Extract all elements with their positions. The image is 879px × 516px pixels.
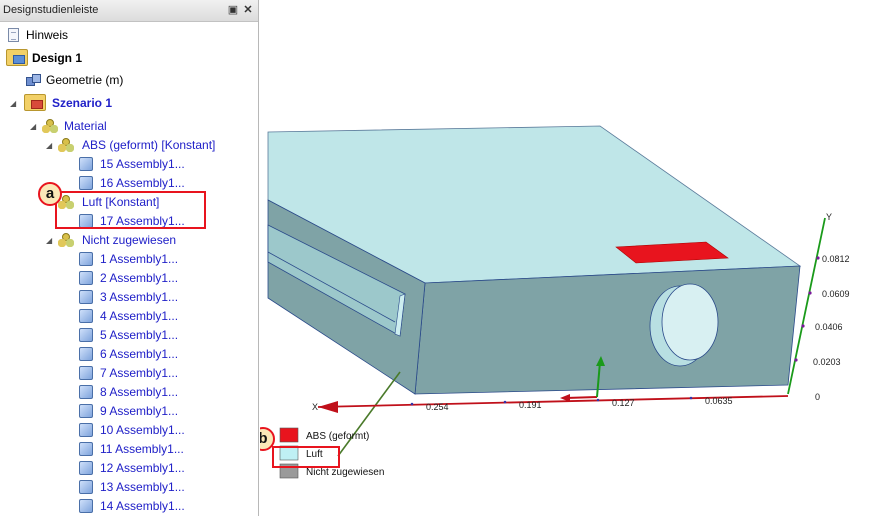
body-icon bbox=[79, 157, 93, 171]
y-tick-mark bbox=[808, 291, 812, 295]
body-icon bbox=[79, 271, 93, 285]
design-study-panel: Designstudienleiste ▣ ✕ Hinweis Design 1… bbox=[0, 0, 259, 516]
y-tick-mark bbox=[794, 358, 798, 362]
expand-arrow-icon[interactable]: ◢ bbox=[46, 136, 52, 155]
tree-item-label: Design 1 bbox=[32, 51, 83, 65]
body-icon bbox=[79, 290, 93, 304]
y-tick-mark bbox=[816, 256, 820, 260]
body-icon bbox=[79, 423, 93, 437]
x-axis-arrow-icon bbox=[318, 401, 338, 413]
expand-arrow-icon[interactable]: ◢ bbox=[10, 94, 16, 113]
tree-item-label: 11 Assembly1... bbox=[100, 442, 184, 456]
graphics-viewport[interactable]: X 0.254 0.191 0.127 0.0635 Y 0.0812 0.0609 0.… bbox=[260, 0, 879, 516]
model-front-face bbox=[414, 265, 801, 395]
body-icon bbox=[79, 442, 93, 456]
x-tick-mark bbox=[503, 400, 507, 404]
tree-item-label: 9 Assembly1... bbox=[100, 404, 179, 418]
design-folder-icon bbox=[6, 49, 28, 66]
body-icon bbox=[79, 499, 93, 513]
material-icon bbox=[58, 138, 74, 152]
legend-label: ABS (geformt) bbox=[306, 431, 369, 442]
tree-item-label: 1 Assembly1... bbox=[100, 252, 179, 266]
body-icon bbox=[79, 309, 93, 323]
x-tick-label: 0.191 bbox=[519, 400, 542, 410]
tree-item-label: 7 Assembly1... bbox=[100, 366, 179, 380]
tree-item-label: ABS (geformt) [Konstant] bbox=[82, 138, 216, 152]
y-tick-label: 0.0406 bbox=[815, 322, 843, 332]
y-tick-mark bbox=[801, 324, 805, 328]
body-icon bbox=[79, 347, 93, 361]
tree-item-label: 6 Assembly1... bbox=[100, 347, 179, 361]
close-icon[interactable]: ✕ bbox=[241, 3, 255, 17]
panel-header: Designstudienleiste ▣ ✕ bbox=[0, 0, 258, 22]
y-tick-label: 0.0812 bbox=[822, 254, 850, 264]
x-tick-mark bbox=[596, 398, 600, 402]
callout-b-box bbox=[272, 446, 340, 468]
tree-item-label: 2 Assembly1... bbox=[100, 271, 179, 285]
tree-item-label: Material bbox=[64, 119, 107, 133]
pin-icon[interactable]: ▣ bbox=[226, 3, 240, 17]
body-icon bbox=[79, 366, 93, 380]
body-icon bbox=[79, 252, 93, 266]
panel-title: Designstudienleiste bbox=[3, 4, 99, 16]
x-axis-label: X bbox=[312, 402, 318, 412]
legend-label: Nicht zugewiesen bbox=[306, 467, 384, 478]
model-knob-face bbox=[661, 283, 719, 361]
design-tree: Hinweis Design 1 Geometrie (m) ◢ Szenari… bbox=[0, 22, 258, 516]
callout-a-box bbox=[55, 191, 206, 229]
x-tick-label: 0.254 bbox=[426, 402, 449, 412]
y-tick-label: 0.0609 bbox=[822, 289, 850, 299]
tree-item-label: 5 Assembly1... bbox=[100, 328, 179, 342]
expand-arrow-icon[interactable]: ◢ bbox=[30, 117, 36, 136]
x-tick-mark bbox=[689, 396, 693, 400]
body-icon bbox=[79, 176, 93, 190]
body-icon bbox=[79, 328, 93, 342]
tree-item-label: 4 Assembly1... bbox=[100, 309, 179, 323]
tree-item-label: 8 Assembly1... bbox=[100, 385, 179, 399]
y-tick-label: 0 bbox=[815, 392, 820, 402]
body-icon bbox=[79, 404, 93, 418]
tree-item-label: 3 Assembly1... bbox=[100, 290, 179, 304]
scenario-folder-icon bbox=[24, 94, 46, 111]
material-icon bbox=[42, 119, 58, 133]
tree-item-label: Hinweis bbox=[26, 28, 69, 42]
tree-item-label: 13 Assembly1... bbox=[100, 480, 185, 494]
body-icon bbox=[79, 461, 93, 475]
x-tick-label: 0.127 bbox=[612, 398, 635, 408]
tree-item-label: 10 Assembly1... bbox=[100, 423, 185, 437]
legend-swatch bbox=[279, 427, 299, 443]
callout-a-marker: a bbox=[38, 182, 62, 206]
tree-item-label: Nicht zugewiesen bbox=[82, 233, 177, 247]
x-tick-mark bbox=[410, 402, 414, 406]
tree-item-label: Szenario 1 bbox=[52, 96, 113, 110]
tree-item-label: 14 Assembly1... bbox=[100, 499, 185, 513]
tree-item-label: 12 Assembly1... bbox=[100, 461, 185, 475]
body-icon bbox=[79, 385, 93, 399]
note-icon bbox=[8, 28, 19, 42]
x-tick-label: 0.0635 bbox=[705, 396, 733, 406]
callout-b-leader bbox=[337, 371, 401, 457]
geometry-icon bbox=[26, 74, 42, 86]
model-view[interactable]: X 0.254 0.191 0.127 0.0635 Y 0.0812 0.0609 0.… bbox=[260, 0, 879, 516]
tree-item-label: 15 Assembly1... bbox=[100, 157, 185, 171]
y-axis-label: Y bbox=[826, 212, 832, 222]
material-icon bbox=[58, 233, 74, 247]
body-icon bbox=[79, 480, 93, 494]
y-tick-label: 0.0203 bbox=[813, 357, 841, 367]
expand-arrow-icon[interactable]: ◢ bbox=[46, 231, 52, 250]
tree-item-label: Geometrie (m) bbox=[46, 73, 124, 87]
